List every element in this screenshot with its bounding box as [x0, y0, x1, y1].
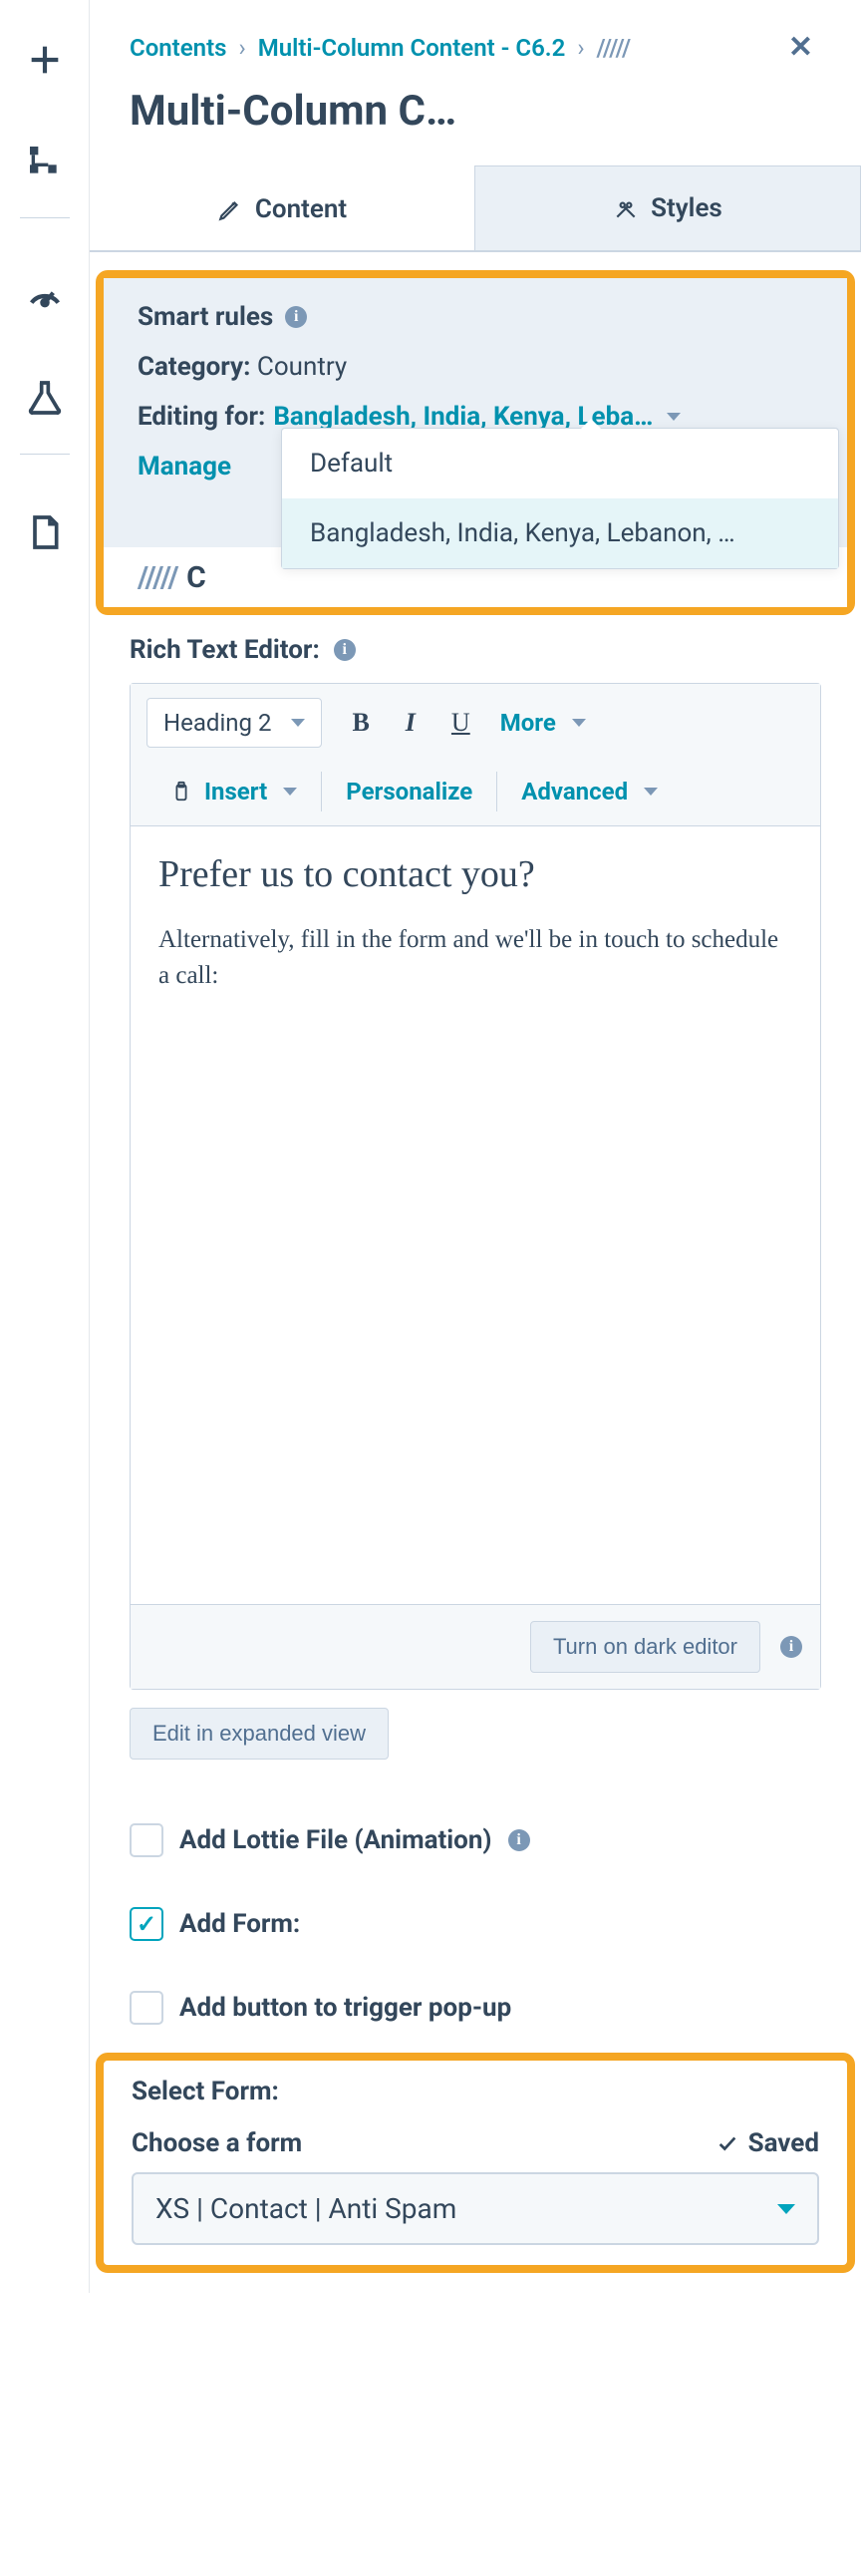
dropdown-item-default[interactable]: Default [282, 429, 838, 498]
insert-button[interactable]: Insert [204, 778, 297, 805]
breadcrumb-root[interactable]: Contents [130, 34, 226, 62]
popup-label: Add button to trigger pop-up [179, 1993, 511, 2023]
info-icon[interactable]: i [285, 306, 307, 328]
tabs: Content Styles [90, 165, 861, 252]
add-form-checkbox-row: Add Form: [90, 1857, 861, 1941]
clip-icon[interactable] [170, 781, 192, 803]
popup-checkbox-row: Add button to trigger pop-up [90, 1941, 861, 2025]
content-heading-slashes: ///// [138, 560, 179, 595]
editing-for-dropdown: Default Bangladesh, India, Kenya, Lebano… [281, 428, 839, 569]
styles-icon [613, 195, 639, 221]
form-select[interactable]: XS | Contact | Anti Spam [132, 2172, 819, 2245]
heading-select-value: Heading 2 [163, 709, 271, 737]
left-rail [0, 0, 90, 2293]
smart-rules-panel: Smart rules i Category: Country Editing … [104, 278, 847, 547]
popup-checkbox[interactable] [130, 1991, 163, 2025]
saved-label: Saved [748, 2128, 819, 2158]
gauge-icon[interactable] [25, 276, 65, 320]
advanced-button-label: Advanced [521, 778, 628, 805]
rte-paragraph-text: Alternatively, fill in the form and we'l… [158, 922, 792, 995]
rte-content-area[interactable]: Prefer us to contact you? Alternatively,… [131, 826, 820, 1604]
file-icon[interactable] [25, 512, 65, 556]
rte-footer: Turn on dark editor i [131, 1604, 820, 1689]
rail-divider [20, 217, 70, 218]
tab-content-label: Content [255, 194, 347, 224]
more-button-label: More [500, 709, 556, 737]
content-heading-text: C [186, 560, 206, 595]
close-icon[interactable]: ✕ [788, 30, 821, 65]
pencil-icon [217, 196, 243, 222]
lottie-checkbox[interactable] [130, 1823, 163, 1857]
chevron-down-icon [291, 719, 305, 727]
manage-link[interactable]: Manage [138, 452, 231, 482]
select-form-highlight: Select Form: Choose a form Saved XS | Co… [96, 2053, 855, 2273]
info-icon[interactable]: i [780, 1636, 802, 1658]
add-form-label: Add Form: [179, 1909, 300, 1939]
more-button[interactable]: More [500, 709, 586, 737]
chevron-down-icon [572, 719, 586, 727]
saved-indicator: Saved [717, 2128, 819, 2158]
lottie-label: Add Lottie File (Animation) [179, 1825, 492, 1855]
breadcrumb-current: ///// [597, 34, 632, 62]
tab-styles-label: Styles [651, 193, 722, 223]
advanced-button[interactable]: Advanced [521, 778, 658, 805]
chevron-right-icon: › [577, 34, 584, 62]
category-value: Country [257, 352, 347, 382]
tree-icon[interactable] [25, 142, 65, 185]
choose-form-label: Choose a form [132, 2128, 302, 2158]
add-icon[interactable] [25, 40, 65, 84]
italic-button[interactable]: I [400, 704, 422, 742]
form-select-value: XS | Contact | Anti Spam [155, 2192, 456, 2225]
category-label: Category: [138, 352, 250, 382]
check-icon [717, 2132, 738, 2154]
select-form-title: Select Form: [132, 2077, 819, 2106]
chevron-down-icon[interactable] [667, 413, 681, 421]
lottie-checkbox-row: Add Lottie File (Animation) i [90, 1793, 861, 1857]
add-form-checkbox[interactable] [130, 1907, 163, 1941]
expanded-view-button[interactable]: Edit in expanded view [130, 1708, 389, 1760]
editing-for-label: Editing for: [138, 402, 265, 432]
underline-button[interactable]: U [445, 704, 476, 742]
rte-toolbar: Heading 2 B I U More [131, 684, 820, 826]
chevron-right-icon: › [238, 34, 245, 62]
page-title: Multi-Column C… [90, 75, 861, 165]
main-panel: Contents › Multi-Column Content - C6.2 ›… [90, 0, 861, 2293]
smart-rules-heading: Smart rules [138, 302, 273, 332]
rail-divider [20, 454, 70, 455]
chevron-down-icon [283, 788, 297, 796]
chevron-down-icon [644, 788, 658, 796]
dark-editor-button[interactable]: Turn on dark editor [530, 1621, 760, 1673]
smart-rules-highlight: Smart rules i Category: Country Editing … [96, 270, 855, 615]
tab-content[interactable]: Content [90, 165, 474, 250]
insert-button-label: Insert [204, 778, 267, 805]
info-icon[interactable]: i [508, 1829, 530, 1851]
personalize-button[interactable]: Personalize [346, 778, 472, 805]
rte-label: Rich Text Editor: [130, 635, 320, 665]
dropdown-item-countries[interactable]: Bangladesh, India, Kenya, Lebanon, … [282, 498, 838, 568]
flask-icon[interactable] [25, 378, 65, 422]
chevron-down-icon [777, 2204, 795, 2214]
tab-styles[interactable]: Styles [474, 165, 861, 250]
rich-text-editor: Heading 2 B I U More [130, 683, 821, 1690]
breadcrumb: Contents › Multi-Column Content - C6.2 ›… [90, 0, 861, 75]
breadcrumb-module[interactable]: Multi-Column Content - C6.2 [258, 34, 566, 62]
bold-button[interactable]: B [346, 704, 375, 742]
heading-select[interactable]: Heading 2 [146, 698, 322, 748]
panel-body: Rich Text Editor: i Heading 2 B I U Mor [90, 635, 861, 2293]
rte-heading-text: Prefer us to contact you? [158, 852, 792, 896]
info-icon[interactable]: i [334, 639, 356, 661]
